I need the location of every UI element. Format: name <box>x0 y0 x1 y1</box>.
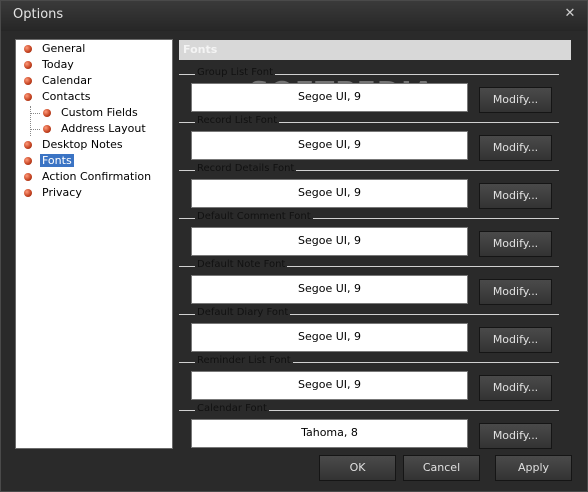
modify-button[interactable]: Modify... <box>479 375 552 401</box>
bullet-icon <box>24 173 32 181</box>
panel-header: Fonts <box>179 40 571 60</box>
modify-button[interactable]: Modify... <box>479 279 552 305</box>
tree-connector <box>30 129 40 130</box>
sidebar-item-label: Action Confirmation <box>42 170 152 183</box>
sidebar-item-label: Desktop Notes <box>42 138 123 151</box>
font-group-default-comment: Default Comment Font Segoe UI, 9 Modify.… <box>179 211 559 257</box>
ok-button[interactable]: OK <box>319 455 396 481</box>
sidebar-item-label: General <box>42 42 86 55</box>
options-category-tree: General Today Calendar Contacts Custom F… <box>15 39 173 449</box>
tree-connector <box>30 106 31 136</box>
modify-button[interactable]: Modify... <box>479 135 552 161</box>
font-value-field: Segoe UI, 9 <box>191 179 468 208</box>
modify-button[interactable]: Modify... <box>479 87 552 113</box>
font-value-field: Segoe UI, 9 <box>191 371 468 400</box>
bullet-icon <box>43 125 51 133</box>
font-value-field: Tahoma, 8 <box>191 419 468 448</box>
font-value-field: Segoe UI, 9 <box>191 83 468 112</box>
bullet-icon <box>24 189 32 197</box>
cancel-button[interactable]: Cancel <box>403 455 480 481</box>
sidebar-item-label: Fonts <box>40 154 74 167</box>
bullet-icon <box>24 45 32 53</box>
modify-button[interactable]: Modify... <box>479 327 552 353</box>
font-group-reminder-list: Reminder List Font Segoe UI, 9 Modify... <box>179 355 559 401</box>
group-legend: Default Diary Font <box>195 307 291 318</box>
bullet-icon <box>24 77 32 85</box>
sidebar-item-label: Calendar <box>42 74 92 87</box>
group-legend: Calendar Font <box>195 403 269 414</box>
sidebar-item-label: Custom Fields <box>61 106 138 119</box>
close-icon[interactable]: ✕ <box>563 7 577 21</box>
font-value-field: Segoe UI, 9 <box>191 131 468 160</box>
modify-button[interactable]: Modify... <box>479 423 552 449</box>
title-bar: Options ✕ <box>1 1 587 31</box>
font-group-record-details: Record Details Font Segoe UI, 9 Modify..… <box>179 163 559 209</box>
font-group-record-list: Record List Font Segoe UI, 9 Modify... <box>179 115 559 161</box>
group-legend: Record Details Font <box>195 163 297 174</box>
bullet-icon <box>24 157 32 165</box>
group-legend: Group List Font <box>195 67 276 78</box>
group-legend: Record List Font <box>195 115 280 126</box>
modify-button[interactable]: Modify... <box>479 231 552 257</box>
font-group-default-note: Default Note Font Segoe UI, 9 Modify... <box>179 259 559 305</box>
group-legend: Default Note Font <box>195 259 288 270</box>
sidebar-item-label: Today <box>42 58 74 71</box>
bullet-icon <box>43 109 51 117</box>
panel-title: Fonts <box>183 43 218 56</box>
modify-button[interactable]: Modify... <box>479 183 552 209</box>
tree-connector <box>30 113 40 114</box>
sidebar-item-label: Privacy <box>42 186 82 199</box>
bullet-icon <box>24 61 32 69</box>
sidebar-item-label: Address Layout <box>61 122 146 135</box>
font-group-group-list: Group List Font Segoe UI, 9 Modify... <box>179 67 559 113</box>
font-group-default-diary: Default Diary Font Segoe UI, 9 Modify... <box>179 307 559 353</box>
sidebar-item-label: Contacts <box>42 90 91 103</box>
font-value-field: Segoe UI, 9 <box>191 323 468 352</box>
font-value-field: Segoe UI, 9 <box>191 227 468 256</box>
group-legend: Default Comment Font <box>195 211 313 222</box>
font-value-field: Segoe UI, 9 <box>191 275 468 304</box>
apply-button[interactable]: Apply <box>495 455 572 481</box>
font-group-calendar: Calendar Font Tahoma, 8 Modify... <box>179 403 559 449</box>
options-window: Options ✕ General Today Calendar Contact… <box>0 0 588 492</box>
window-title: Options <box>13 7 64 22</box>
bullet-icon <box>24 141 32 149</box>
group-legend: Reminder List Font <box>195 355 293 366</box>
bullet-icon <box>24 93 32 101</box>
